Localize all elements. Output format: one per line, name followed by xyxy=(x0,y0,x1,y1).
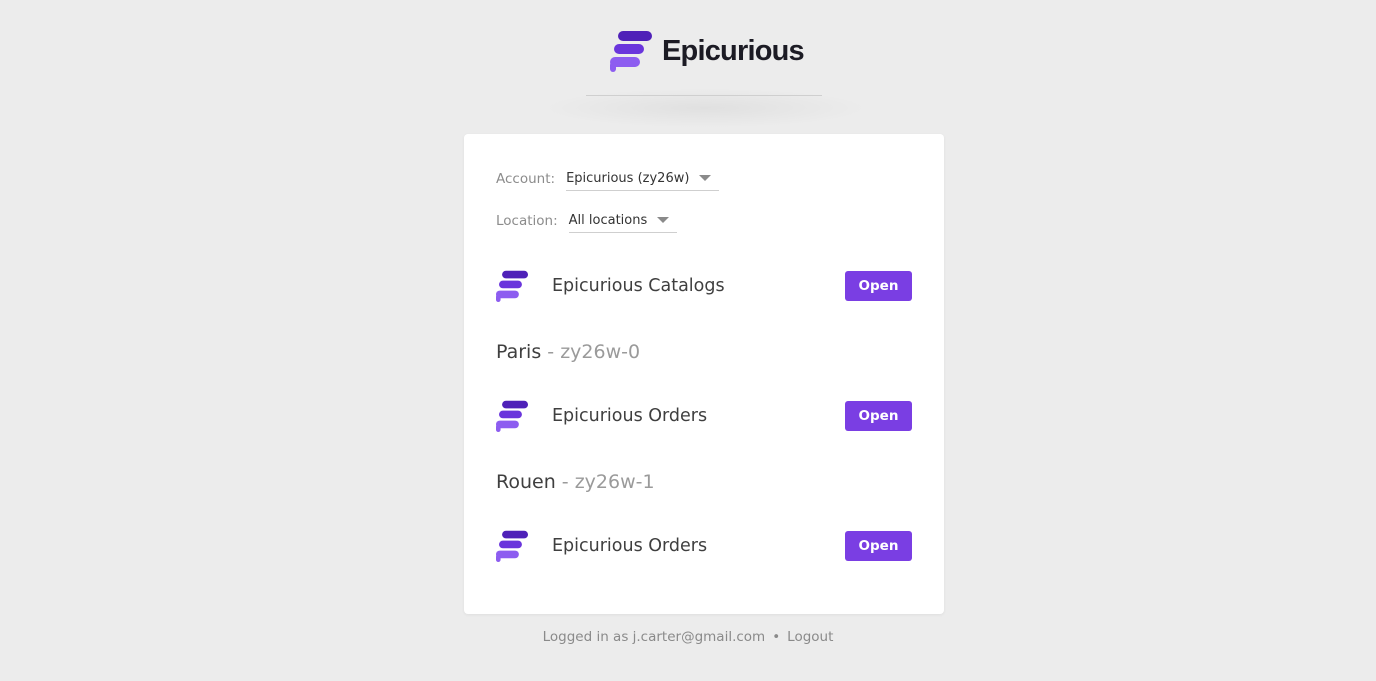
location-label: Location: xyxy=(496,212,558,229)
account-filter: Account: Epicurious (zy26w) xyxy=(496,166,720,191)
location-code: zy26w-1 xyxy=(574,471,655,493)
location-heading-paris: Paris - zy26w-0 xyxy=(496,341,640,363)
app-name: Epicurious Catalogs xyxy=(552,276,725,296)
app-name: Epicurious Orders xyxy=(552,536,708,556)
brand-logo: Epicurious xyxy=(610,30,805,72)
footer: Logged in as j.carter@gmail.com • Logout xyxy=(0,629,1376,645)
header-divider xyxy=(586,95,822,96)
chevron-down-icon xyxy=(657,217,670,223)
app-name: Epicurious Orders xyxy=(552,406,708,426)
logged-in-text: Logged in as j.carter@gmail.com xyxy=(542,629,766,645)
location-heading-rouen: Rouen - zy26w-1 xyxy=(496,471,655,493)
location-separator: - xyxy=(541,341,561,363)
brand-name: Epicurious xyxy=(662,34,805,67)
chevron-down-icon xyxy=(699,175,712,181)
open-button[interactable]: Open xyxy=(845,531,912,561)
location-name: Paris xyxy=(496,341,542,363)
location-code: zy26w-0 xyxy=(560,341,641,363)
epicurious-app-icon xyxy=(496,270,528,302)
account-select[interactable]: Epicurious (zy26w) xyxy=(566,166,720,191)
account-label: Account: xyxy=(496,170,556,187)
logout-link[interactable]: Logout xyxy=(787,629,833,645)
footer-separator: • xyxy=(772,629,781,645)
open-button[interactable]: Open xyxy=(845,271,912,301)
location-filter: Location: All locations xyxy=(496,208,678,233)
open-button[interactable]: Open xyxy=(845,401,912,431)
app-row-orders-paris: Epicurious Orders Open xyxy=(496,400,912,432)
app-row-catalogs: Epicurious Catalogs Open xyxy=(496,270,912,302)
header: Epicurious xyxy=(0,0,1376,128)
divider-shadow xyxy=(540,88,870,128)
account-select-value: Epicurious (zy26w) xyxy=(566,170,690,186)
app-selector-card: Account: Epicurious (zy26w) Location: Al… xyxy=(464,134,944,614)
location-select-value: All locations xyxy=(568,212,648,228)
epicurious-app-icon xyxy=(496,400,528,432)
location-separator: - xyxy=(555,471,575,493)
epicurious-app-icon xyxy=(496,530,528,562)
location-select[interactable]: All locations xyxy=(568,208,678,233)
app-row-orders-rouen: Epicurious Orders Open xyxy=(496,530,912,562)
location-name: Rouen xyxy=(496,471,556,493)
epicurious-logo-icon xyxy=(610,31,652,72)
